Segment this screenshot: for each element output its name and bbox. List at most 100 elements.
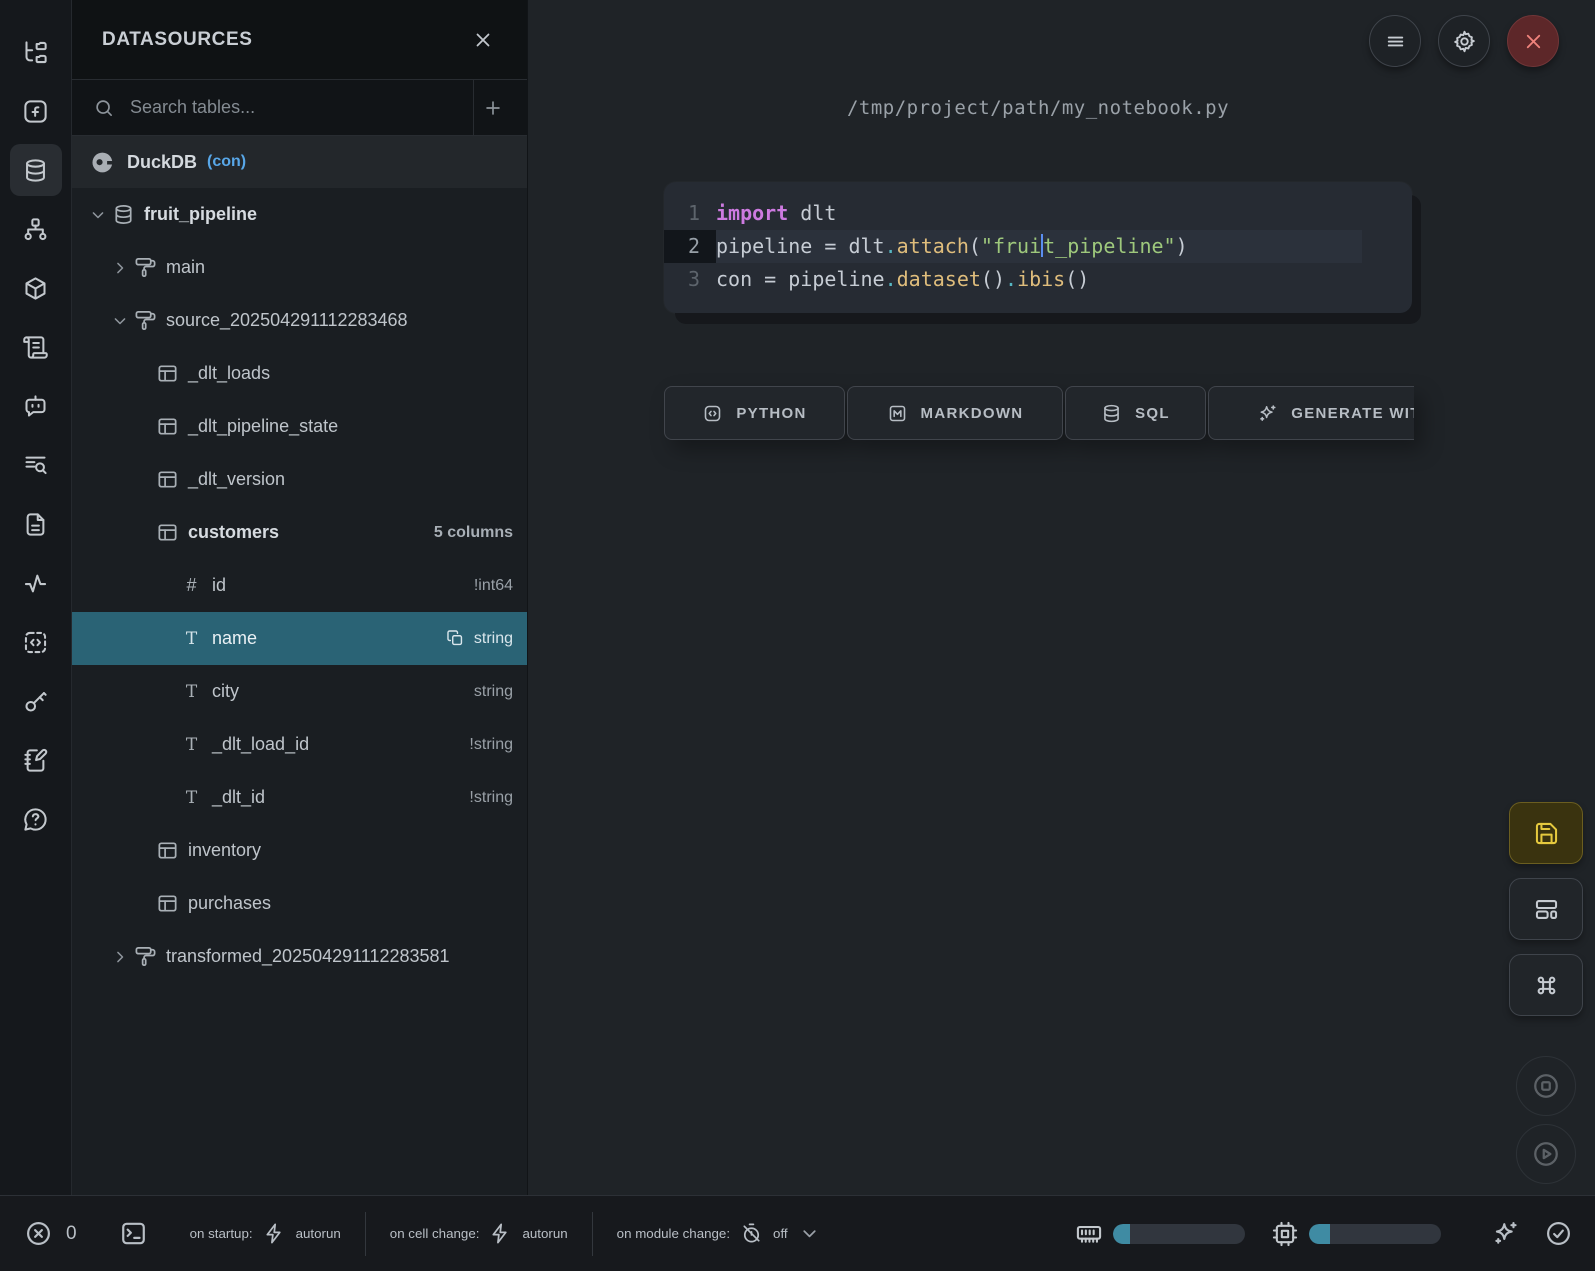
- tree-meta: !int64: [474, 577, 513, 595]
- rail-scratchpad-scroll-button[interactable]: [10, 321, 62, 373]
- error-count: 0: [66, 1223, 77, 1245]
- runconfig-on-cell-change-button[interactable]: on cell change:autorun: [390, 1222, 568, 1245]
- tree-meta: string: [446, 629, 513, 648]
- layout-button[interactable]: [1509, 878, 1583, 940]
- runconfig-on-module-change-button[interactable]: on module change:off: [617, 1222, 821, 1245]
- rail-file-explorer-button[interactable]: [10, 26, 62, 78]
- rail-snippets-button[interactable]: [10, 616, 62, 668]
- icon-rail: [0, 0, 72, 1195]
- tree-row-id[interactable]: #id!int64: [72, 559, 527, 612]
- tree-meta: 5 columns: [434, 524, 513, 542]
- runconfig-on-startup-button[interactable]: on startup:autorun: [190, 1222, 341, 1245]
- runconfig-value: autorun: [296, 1226, 341, 1241]
- code-line-2[interactable]: 2pipeline = dlt.attach("fruit_pipeline"): [664, 230, 1362, 263]
- file-text-icon: [22, 511, 49, 538]
- tree-row-_dlt_loads[interactable]: _dlt_loads: [72, 347, 527, 400]
- shutdown-button[interactable]: [1507, 15, 1559, 67]
- connection-row-duckdb[interactable]: DuckDB (con): [72, 136, 527, 188]
- database-icon: [22, 157, 49, 184]
- rail-documentation-button[interactable]: [10, 498, 62, 550]
- search-icon: [93, 97, 115, 119]
- stop-button[interactable]: [1516, 1056, 1576, 1116]
- rail-help-button[interactable]: [10, 793, 62, 845]
- table-icon: [156, 468, 179, 491]
- add-python-cell-button[interactable]: PYTHON: [664, 386, 845, 440]
- sparkles-icon: [1491, 1219, 1520, 1248]
- cpu-meter[interactable]: [1309, 1224, 1441, 1244]
- save-button[interactable]: [1509, 802, 1583, 864]
- errors-button[interactable]: [24, 1219, 53, 1248]
- tree-label: _dlt_loads: [188, 363, 270, 384]
- generate-with-ai-button[interactable]: GENERATE WIT: [1208, 386, 1414, 440]
- tree-label: _dlt_version: [188, 469, 285, 490]
- menu-button[interactable]: [1369, 15, 1421, 67]
- tree-label: source_202504291112283468: [166, 310, 408, 331]
- panel-title: DATASOURCES: [102, 29, 253, 51]
- tree-row-_dlt_version[interactable]: _dlt_version: [72, 453, 527, 506]
- tree-row-customers[interactable]: customers5 columns: [72, 506, 527, 559]
- settings-button[interactable]: [1438, 15, 1490, 67]
- run-configs: on startup:autorun on cell change:autorun…: [190, 1212, 821, 1256]
- ai-assist-button[interactable]: [1491, 1219, 1520, 1248]
- tree-row-city[interactable]: Tcitystring: [72, 665, 527, 718]
- tree-row-_dlt_load_id[interactable]: T_dlt_load_id!string: [72, 718, 527, 771]
- panel-header: DATASOURCES: [72, 0, 527, 80]
- code-line-1[interactable]: 1import dlt: [664, 197, 1412, 230]
- line-number: 2: [664, 230, 716, 263]
- rail-notebook-pen-button[interactable]: [10, 734, 62, 786]
- table-icon: [156, 521, 179, 544]
- rail-tracing-button[interactable]: [10, 557, 62, 609]
- notebook-file-path: /tmp/project/path/my_notebook.py: [664, 97, 1412, 119]
- rail-logs-button[interactable]: [10, 439, 62, 491]
- line-number: 3: [664, 263, 716, 296]
- command-icon: [1533, 972, 1560, 999]
- circle-x-icon: [24, 1219, 53, 1248]
- code-cell[interactable]: 1import dlt2pipeline = dlt.attach("fruit…: [664, 182, 1412, 313]
- text-type-icon: T: [180, 629, 203, 649]
- code-dashed-icon: [22, 629, 49, 656]
- tree-label: _dlt_pipeline_state: [188, 416, 338, 437]
- runconfig-value: autorun: [522, 1226, 567, 1241]
- rail-secrets-button[interactable]: [10, 675, 62, 727]
- rail-dependencies-button[interactable]: [10, 203, 62, 255]
- commands-button[interactable]: [1509, 954, 1583, 1016]
- rail-variables-button[interactable]: [10, 85, 62, 137]
- text-type-icon: T: [180, 788, 203, 808]
- add-datasource-button[interactable]: [473, 80, 527, 135]
- tree-meta: !string: [469, 736, 513, 754]
- terminal-button[interactable]: [119, 1219, 148, 1248]
- schema-icon: [134, 945, 157, 968]
- tree-row-inventory[interactable]: inventory: [72, 824, 527, 877]
- duckdb-logo-icon: [90, 149, 117, 176]
- tree-row-main[interactable]: main: [72, 241, 527, 294]
- kernel-status-button[interactable]: [1544, 1219, 1573, 1248]
- timer-off-icon: [740, 1222, 763, 1245]
- status-divider: [592, 1212, 593, 1256]
- tree-row-transformed_202504291112283581[interactable]: transformed_202504291112283581: [72, 930, 527, 983]
- ram-meter[interactable]: [1113, 1224, 1245, 1244]
- add-markdown-cell-button[interactable]: MARKDOWN: [847, 386, 1063, 440]
- tree-meta: string: [474, 683, 513, 701]
- x-icon: [1521, 29, 1546, 54]
- sparkles-icon: [1257, 403, 1278, 424]
- search-tables-input[interactable]: [130, 97, 473, 118]
- text-type-icon: T: [180, 682, 203, 702]
- stop-circle-icon: [1531, 1071, 1561, 1101]
- run-button[interactable]: [1516, 1124, 1576, 1184]
- tree-row-source_202504291112283468[interactable]: source_202504291112283468: [72, 294, 527, 347]
- tree-row-_dlt_id[interactable]: T_dlt_id!string: [72, 771, 527, 824]
- code-line-3[interactable]: 3con = pipeline.dataset().ibis(): [664, 263, 1412, 296]
- tree-label: inventory: [188, 840, 261, 861]
- tree-row-fruit_pipeline[interactable]: fruit_pipeline: [72, 188, 527, 241]
- tree-row-_dlt_pipeline_state[interactable]: _dlt_pipeline_state: [72, 400, 527, 453]
- layout-icon: [1533, 896, 1560, 923]
- rail-datasources-button[interactable]: [10, 144, 62, 196]
- rail-packages-button[interactable]: [10, 262, 62, 314]
- tree-row-name[interactable]: Tnamestring: [72, 612, 527, 665]
- list-search-icon: [22, 452, 49, 479]
- tree-row-purchases[interactable]: purchases: [72, 877, 527, 930]
- rail-ai-chat-button[interactable]: [10, 380, 62, 432]
- panel-close-button[interactable]: [471, 28, 495, 52]
- schema-icon: [134, 309, 157, 332]
- add-sql-cell-button[interactable]: SQL: [1065, 386, 1206, 440]
